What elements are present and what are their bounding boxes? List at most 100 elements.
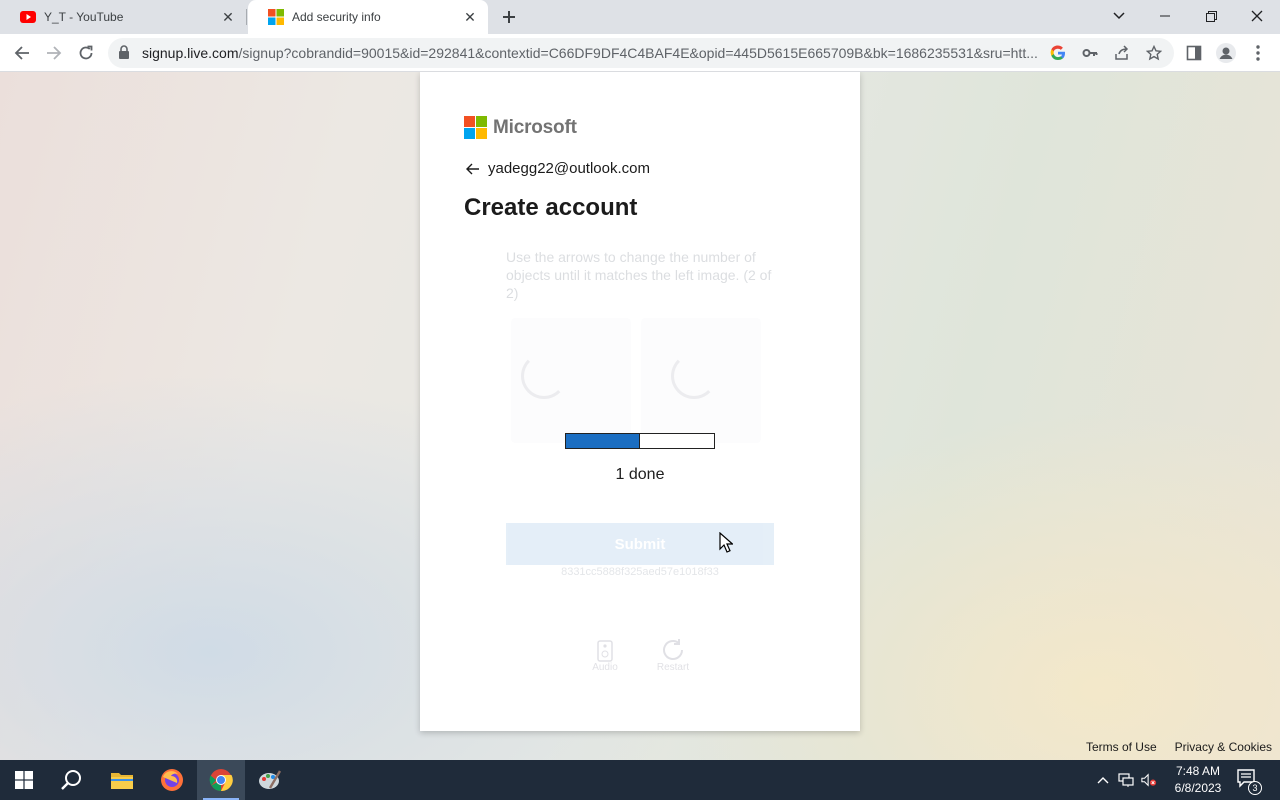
close-icon [1251, 10, 1263, 22]
taskbar-chrome[interactable] [197, 760, 245, 800]
minimize-icon [1160, 15, 1170, 17]
network-icon [1118, 773, 1134, 787]
passwords-button[interactable] [1080, 43, 1100, 63]
folder-icon [111, 773, 133, 789]
search-button[interactable] [48, 760, 96, 800]
signup-card: Microsoft yadegg22@outlook.com Create ac… [420, 72, 860, 731]
plus-icon [503, 11, 515, 23]
close-tab-icon[interactable]: ✕ [218, 7, 238, 27]
session-id: 8331cc5888f325aed57e1018f33 [561, 566, 719, 578]
chevron-up-icon [1097, 777, 1109, 784]
address-bar[interactable]: signup.live.com/signup?cobrandid=90015&i… [108, 38, 1174, 68]
close-window-button[interactable] [1234, 0, 1280, 32]
microsoft-logo: Microsoft [464, 116, 577, 139]
identity-banner[interactable]: yadegg22@outlook.com [466, 160, 650, 177]
mouse-cursor-icon [719, 532, 733, 553]
firefox-icon [161, 769, 183, 791]
brand-name: Microsoft [493, 116, 577, 138]
restore-button[interactable] [1188, 0, 1234, 32]
network-button[interactable] [1118, 772, 1134, 788]
tab-search-button[interactable] [1096, 0, 1142, 32]
audio-button[interactable]: Audio [580, 636, 630, 673]
url-host: signup.live.com [142, 45, 239, 61]
side-panel-button[interactable] [1180, 39, 1208, 67]
volume-button[interactable] [1141, 772, 1157, 788]
menu-button[interactable] [1244, 39, 1272, 67]
privacy-link[interactable]: Privacy & Cookies [1175, 740, 1272, 754]
puzzle-area: Use the arrows to change the number of o… [506, 248, 776, 443]
progress-fill [566, 434, 640, 448]
loading-spinner-icon [521, 353, 567, 399]
bookmark-button[interactable] [1144, 43, 1164, 63]
restore-icon [1205, 10, 1217, 22]
restart-icon [663, 639, 683, 660]
reload-icon [79, 45, 93, 60]
progress-label: 1 done [615, 466, 665, 483]
submit-button[interactable]: Submit [506, 523, 774, 565]
tab-strip: Y_T - YouTube ✕ Add security info ✕ [0, 0, 1280, 34]
answer-image[interactable] [641, 318, 761, 443]
share-icon [1115, 45, 1129, 60]
tab-add-security-info[interactable]: Add security info ✕ [248, 0, 488, 34]
puzzle-instruction: Use the arrows to change the number of o… [506, 249, 772, 301]
clock-date: 6/8/2023 [1174, 781, 1222, 795]
microsoft-icon [268, 9, 284, 25]
taskbar-paint[interactable] [246, 760, 294, 800]
start-button[interactable] [0, 760, 48, 800]
puzzle-images [506, 318, 776, 448]
restart-button[interactable]: Restart [648, 636, 698, 673]
page-footer: Terms of Use Privacy & Cookies [1086, 740, 1272, 754]
google-translate-button[interactable] [1048, 43, 1068, 63]
terms-link[interactable]: Terms of Use [1086, 740, 1157, 754]
volume-muted-icon [1141, 773, 1157, 787]
new-tab-button[interactable] [498, 6, 520, 28]
lock-icon [119, 45, 129, 59]
page-background: Microsoft yadegg22@outlook.com Create ac… [0, 72, 1280, 760]
search-icon [61, 770, 81, 790]
taskbar-file-explorer[interactable] [98, 760, 146, 800]
chevron-down-icon [1113, 12, 1125, 20]
taskbar: 7:48 AM 6/8/2023 3 [0, 760, 1280, 800]
taskbar-firefox[interactable] [148, 760, 196, 800]
audio-icon [597, 640, 613, 662]
chrome-icon [209, 769, 233, 792]
youtube-icon [20, 11, 36, 23]
url-text: signup.live.com/signup?cobrandid=90015&i… [142, 45, 1042, 61]
tab-separator [246, 9, 247, 25]
tab-title: Add security info [292, 10, 381, 24]
url-path: /signup?cobrandid=90015&id=292841&contex… [238, 45, 1038, 61]
arrow-left-icon [14, 46, 29, 60]
progress-bar [565, 433, 715, 449]
microsoft-logo-icon [464, 116, 487, 139]
notification-count-badge: 3 [1248, 781, 1262, 795]
back-arrow-icon[interactable] [466, 163, 480, 175]
tab-youtube[interactable]: Y_T - YouTube ✕ [0, 0, 246, 34]
minimize-button[interactable] [1142, 0, 1188, 32]
clock-time: 7:48 AM [1175, 764, 1221, 778]
profile-button[interactable] [1212, 39, 1240, 67]
back-button[interactable] [8, 39, 36, 67]
key-icon [1082, 49, 1098, 57]
reference-image [511, 318, 631, 443]
forward-button[interactable] [40, 39, 68, 67]
page-title: Create account [464, 194, 638, 221]
system-clock[interactable]: 7:48 AM 6/8/2023 [1170, 763, 1226, 797]
identity-email: yadegg22@outlook.com [488, 160, 650, 177]
audio-label: Audio [592, 662, 618, 673]
browser-toolbar: signup.live.com/signup?cobrandid=90015&i… [0, 34, 1280, 72]
close-tab-icon[interactable]: ✕ [460, 7, 480, 27]
show-hidden-icons-button[interactable] [1095, 772, 1111, 788]
paint-icon [259, 770, 282, 789]
google-icon [1050, 45, 1065, 61]
profile-icon [1216, 43, 1236, 63]
share-button[interactable] [1112, 43, 1132, 63]
tab-title: Y_T - YouTube [44, 10, 124, 24]
more-vertical-icon [1256, 45, 1260, 61]
loading-spinner-icon [671, 353, 717, 399]
windows-icon [15, 771, 33, 789]
restart-label: Restart [656, 662, 690, 673]
star-icon [1146, 45, 1162, 61]
reload-button[interactable] [72, 39, 100, 67]
arrow-right-icon [47, 46, 62, 60]
side-panel-icon [1186, 45, 1202, 61]
